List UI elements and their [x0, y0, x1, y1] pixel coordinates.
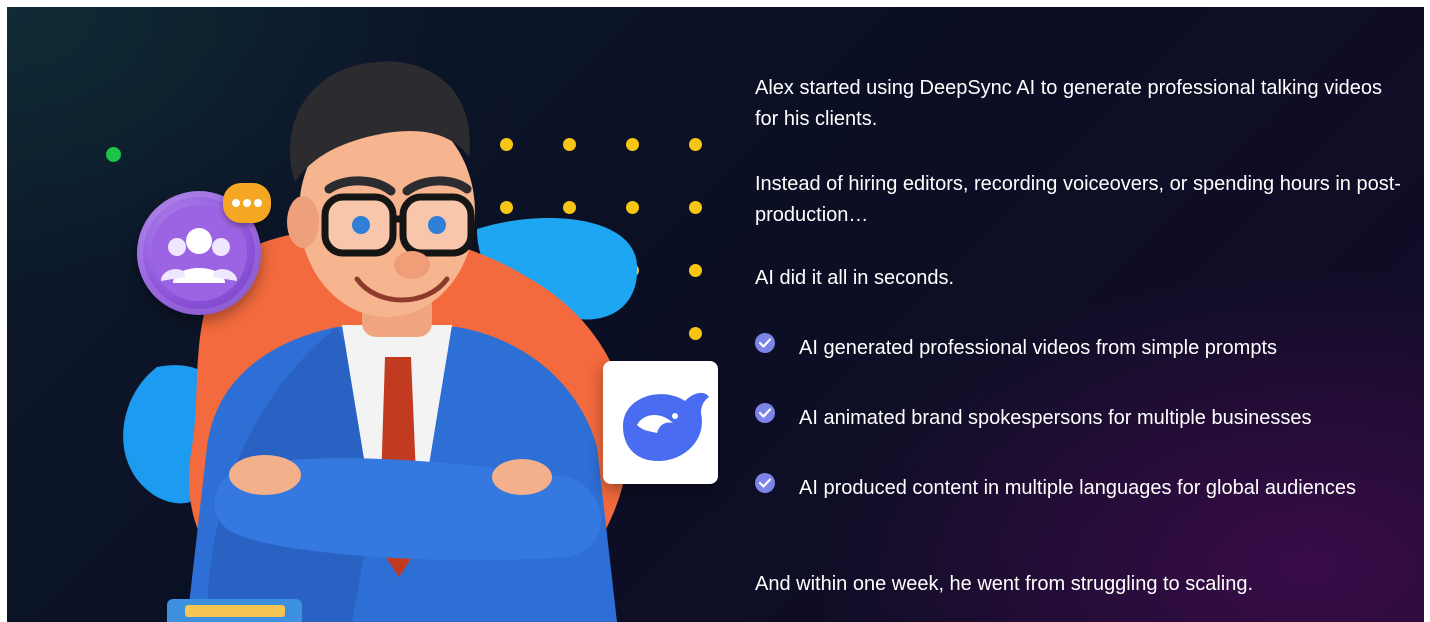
promo-section: Alex started using DeepSync AI to genera…: [7, 7, 1424, 622]
whale-logo-icon: [623, 392, 709, 461]
outcome-paragraph: And within one week, he went from strugg…: [755, 573, 1254, 595]
result-paragraph: AI did it all in seconds.: [755, 267, 954, 289]
intro-paragraph: Alex started using DeepSync AI to genera…: [755, 77, 1383, 130]
benefit-label: AI animated brand spokespersons for mult…: [799, 407, 1312, 429]
check-circle-icon: [755, 403, 775, 423]
benefit-label: AI generated professional videos from si…: [799, 337, 1278, 359]
hero-illustration: [7, 7, 747, 622]
instead-paragraph: Instead of hiring editors, recording voi…: [755, 173, 1401, 226]
businessman-character: [187, 61, 617, 622]
check-circle-icon: [755, 333, 775, 353]
benefit-label: AI produced content in multiple language…: [799, 477, 1357, 499]
deepsync-logo-card: [603, 361, 718, 484]
check-circle-icon: [755, 473, 775, 493]
